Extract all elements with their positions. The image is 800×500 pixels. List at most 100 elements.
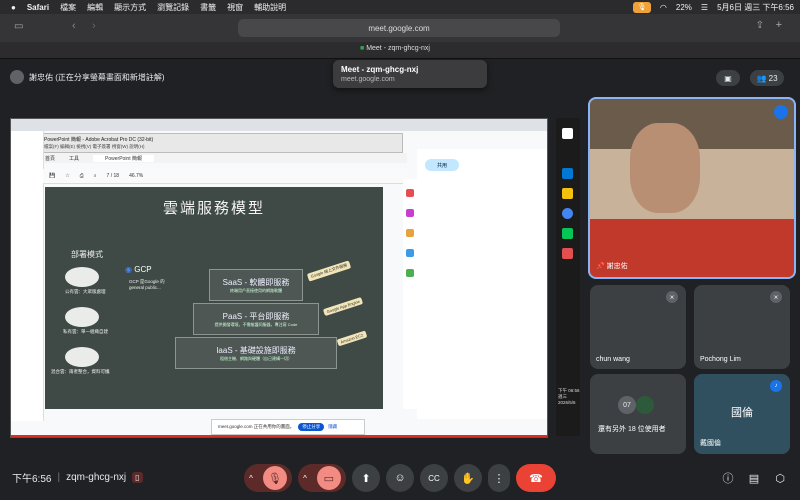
macos-menubar: ● Safari 檔案 編輯 顯示方式 瀏覽記錄 書籤 視窗 輔助說明 🎙 ◠ … (0, 0, 800, 14)
tag-iaas: Amazon EC2 (336, 330, 367, 347)
leave-call-button[interactable]: ☎ (516, 464, 556, 492)
apple-icon[interactable]: ● (11, 3, 16, 12)
tool-organize-icon[interactable] (406, 249, 414, 257)
screen-share-border (11, 435, 547, 437)
info-button[interactable]: ⓘ (718, 468, 738, 488)
tool-comment-icon[interactable] (406, 229, 414, 237)
menu-app[interactable]: Safari (27, 3, 49, 12)
camera-button[interactable]: ^ ▭ (298, 464, 346, 492)
menu-file[interactable]: 檔案 (60, 2, 76, 13)
chrome-icon[interactable] (562, 208, 573, 219)
pin-icon[interactable]: 📌 (596, 263, 605, 270)
chat-button[interactable]: ▤ (744, 468, 764, 488)
sidebar-icon[interactable]: ▭ (14, 21, 23, 32)
tab-home[interactable]: 首頁 (45, 155, 55, 162)
url-text: meet.google.com (368, 23, 430, 33)
tile-name-text: 謝忠佑 (606, 263, 628, 270)
tab-tooltip: Meet - zqm-ghcg-nxj meet.google.com (333, 60, 487, 88)
activities-icon: ⬡ (775, 472, 785, 485)
tile-others[interactable]: 07 還有另外 18 位使用者 (590, 374, 686, 454)
reactions-button[interactable]: ☺ (386, 464, 414, 492)
activities-button[interactable]: ⬡ (770, 468, 790, 488)
new-tab-icon[interactable]: + (776, 19, 782, 31)
battery-text[interactable]: 22% (676, 3, 692, 12)
edge-icon[interactable] (562, 168, 573, 179)
menu-view[interactable]: 顯示方式 (114, 2, 146, 13)
meeting-time: 下午6:56 (12, 474, 52, 485)
tile-dai-guolun[interactable]: ♪ 國倫 戴國倫 (694, 374, 790, 454)
menubar-clock[interactable]: 5月6日 週三 下午6:56 (717, 2, 794, 13)
save-icon[interactable]: 💾 (49, 173, 55, 179)
acrobat-icon[interactable] (562, 248, 573, 259)
speaker-face (630, 123, 700, 213)
pdf-toolbar: 💾 ☆ ⎙ ⌕ 7 / 18 46.7% (43, 169, 409, 184)
zoom-level[interactable]: 46.7% (129, 173, 143, 179)
stop-share-button[interactable]: 停止分享 (298, 423, 325, 431)
gcp-label: ◉ GCP (125, 265, 152, 274)
chat-icon: ▤ (748, 472, 760, 485)
captions-button[interactable]: CC (420, 464, 448, 492)
pip-icon[interactable]: ▣ (716, 70, 740, 86)
raise-hand-button[interactable]: ✋ (454, 464, 482, 492)
acrobat-title: PowerPoint 簡報 - Adobe Acrobat Pro DC (32… (44, 137, 154, 143)
wifi-icon[interactable]: ◠ (660, 3, 667, 12)
others-avatar (636, 396, 654, 414)
forward-icon[interactable]: › (92, 20, 96, 32)
mic-off-icon: ⨯ (770, 291, 782, 303)
tool-edit-icon[interactable] (406, 209, 414, 217)
page-indicator[interactable]: 7 / 18 (107, 173, 120, 179)
address-bar[interactable]: meet.google.com (238, 19, 560, 37)
meeting-code: zqm-ghcg-nxj (66, 472, 127, 483)
zoom-search-icon[interactable]: ⌕ (94, 173, 97, 179)
captions-icon: CC (428, 473, 440, 483)
speaking-indicator-icon (774, 105, 788, 119)
share-notice: meet.google.com 正在共用你的畫面。 停止分享 隱藏 (211, 419, 365, 435)
menu-edit[interactable]: 編輯 (87, 2, 103, 13)
public-cloud-icon (65, 267, 99, 287)
menu-bookmarks[interactable]: 書籤 (200, 2, 216, 13)
share-notice-text: meet.google.com 正在共用你的畫面。 (218, 424, 295, 429)
safari-tab[interactable]: ■ Meet - zqm-ghcg-nxj (360, 45, 430, 52)
meeting-details-icon[interactable]: ▯ (132, 472, 143, 483)
tile-name: 還有另外 18 位使用者 (598, 426, 666, 433)
layer-paas-name: PaaS - 平台即服務 (222, 311, 290, 321)
tile-speaker[interactable]: 📌 謝忠佑 (588, 97, 796, 279)
menu-history[interactable]: 瀏覽記錄 (157, 2, 189, 13)
chrome-tabstrip (11, 119, 547, 131)
tile-initials: 國倫 (731, 407, 753, 419)
hide-button[interactable]: 隱藏 (328, 424, 337, 430)
share-icon[interactable]: ⇪ (756, 20, 764, 31)
tab-document[interactable]: PowerPoint 簡報 (93, 154, 154, 162)
mic-indicator-icon[interactable]: 🎙 (632, 1, 651, 13)
tool-export-icon[interactable] (406, 189, 414, 197)
menu-window[interactable]: 視窗 (227, 2, 243, 13)
tile-chun-wang[interactable]: ⨯ chun wang (590, 285, 686, 369)
camera-off-icon: ▭ (316, 466, 341, 490)
acrobat-menu[interactable]: 檔案(F) 編輯(E) 檢視(V) 電子簽署 視窗(W) 說明(H) (44, 144, 144, 150)
mic-button[interactable]: ^ 🎙 (244, 464, 292, 492)
star-icon[interactable]: ☆ (65, 173, 69, 179)
taskbar-app-icon[interactable] (562, 128, 573, 139)
menu-help[interactable]: 輔助說明 (254, 2, 286, 13)
others-count-avatar: 07 (618, 396, 636, 414)
control-center-icon[interactable]: ☰ (701, 3, 708, 12)
windows-taskbar: 下午 06:56 週三 2026/5/6 (556, 118, 580, 436)
tile-pochong-lim[interactable]: ⨯ Pochong Lim (694, 285, 790, 369)
back-icon[interactable]: ‹ (72, 20, 76, 32)
docs-left-panel (11, 131, 44, 421)
participants-button[interactable]: 👥 23 (750, 70, 784, 86)
line-icon[interactable] (562, 228, 573, 239)
chevron-up-icon[interactable]: ^ (249, 474, 253, 483)
present-button[interactable]: ⬆ (352, 464, 380, 492)
folder-icon[interactable] (562, 188, 573, 199)
hybrid-cloud-icon (65, 347, 99, 367)
tag-paas: Google App Engine (322, 296, 364, 317)
people-icon: 👥 (756, 73, 767, 83)
print-icon[interactable]: ⎙ (80, 173, 84, 179)
share-button[interactable]: 共用 (425, 159, 459, 171)
tile-name: chun wang (596, 356, 630, 363)
more-options-button[interactable]: ⋮ (488, 464, 510, 492)
tab-tools[interactable]: 工具 (69, 155, 79, 162)
chevron-up-icon[interactable]: ^ (303, 474, 307, 483)
tool-protect-icon[interactable] (406, 269, 414, 277)
